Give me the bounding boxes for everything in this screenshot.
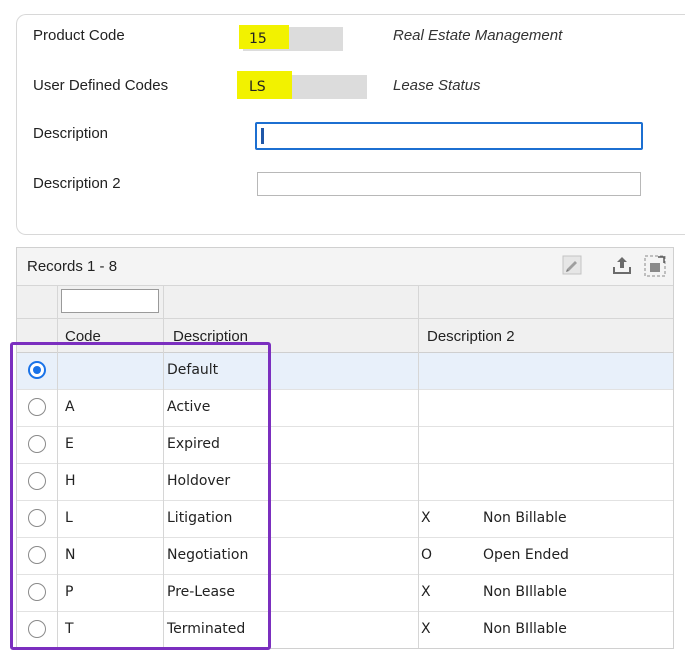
cell-d2-flag: O xyxy=(421,547,433,563)
cell-d2-text: Non Billable xyxy=(483,510,567,526)
description-label: Description xyxy=(33,125,109,142)
grid-format-icon[interactable] xyxy=(643,254,666,277)
cell-d2-flag: X xyxy=(421,510,431,526)
cell-d2-text: Non BIllable xyxy=(483,584,567,600)
description2-label: Description 2 xyxy=(33,175,121,192)
code-filter-input[interactable] xyxy=(61,289,159,313)
filter-row xyxy=(17,286,673,319)
description2-input[interactable] xyxy=(257,172,641,196)
text-caret xyxy=(261,128,264,144)
product-code-label: Product Code xyxy=(33,27,125,44)
header-form-panel: Product Code 15 Real Estate Management U… xyxy=(16,14,685,235)
column-divider xyxy=(418,286,419,648)
udc-description: Lease Status xyxy=(393,77,481,94)
udc-value: LS xyxy=(249,79,266,95)
cell-d2-text: Open Ended xyxy=(483,547,569,563)
product-code-value: 15 xyxy=(249,31,267,47)
udc-label: User Defined Codes xyxy=(33,77,169,94)
column-header-description2[interactable]: Description 2 xyxy=(427,328,515,345)
description-input[interactable] xyxy=(255,122,643,150)
annotation-box xyxy=(10,342,271,650)
product-code-description: Real Estate Management xyxy=(393,27,563,44)
export-icon[interactable] xyxy=(611,254,633,276)
grid-toolbar: Records 1 - 8 xyxy=(17,248,673,286)
cell-d2-text: Non BIllable xyxy=(483,621,567,637)
cell-d2-flag: X xyxy=(421,584,431,600)
edit-grid-icon[interactable] xyxy=(561,254,583,276)
cell-d2-flag: X xyxy=(421,621,431,637)
records-count: Records 1 - 8 xyxy=(27,258,118,275)
